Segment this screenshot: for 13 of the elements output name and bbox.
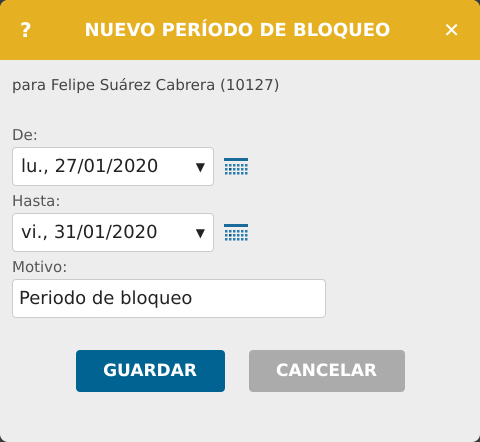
date-select[interactable]: vi., 31/01/2020 ▼ [12, 213, 214, 252]
calendar-icon[interactable] [224, 224, 248, 242]
save-button[interactable]: GUARDAR [76, 350, 224, 392]
field-label: Hasta: [12, 192, 60, 210]
field-label: Motivo: [12, 258, 68, 276]
calendar-icon[interactable] [224, 158, 248, 176]
input-field[interactable]: Periodo de bloqueo [12, 279, 326, 318]
dialog-title: NUEVO PERÍODO DE BLOQUEO [84, 20, 390, 40]
field-label: De: [12, 126, 38, 144]
date-select[interactable]: lu., 27/01/2020 ▼ [12, 147, 214, 186]
subtitle: para Felipe Suárez Cabrera (10127) [12, 76, 280, 94]
caret-icon: ▼ [196, 160, 205, 174]
caret-icon: ▼ [196, 226, 205, 240]
